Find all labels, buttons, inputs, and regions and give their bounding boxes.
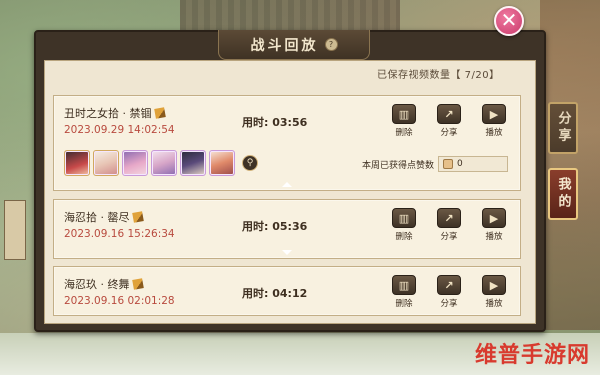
- likes-count: 0: [457, 159, 463, 169]
- replay-record[interactable]: 海忍拾 · 罄尽 2023.09.16 15:26:34 用时: 05:36 ▥…: [53, 199, 521, 259]
- panel-title: 战斗回放: [250, 37, 319, 54]
- play-icon: ▶: [482, 208, 506, 228]
- duration-value: 04:12: [272, 287, 308, 300]
- delete-label: 删除: [395, 299, 413, 309]
- likes-count-box: 0: [438, 156, 508, 172]
- delete-button[interactable]: ▥ 删除: [390, 208, 418, 242]
- duration-label: 用时:: [242, 116, 269, 129]
- record-title-row: 海忍拾 · 罄尽: [64, 209, 144, 225]
- shikigami-portrait[interactable]: [180, 150, 206, 176]
- replay-record[interactable]: 丑时之女拾 · 禁锢 2023.09.29 14:02:54 用时: 03:56…: [53, 95, 521, 191]
- share-button[interactable]: ↗ 分享: [435, 104, 463, 138]
- delete-label: 删除: [395, 128, 413, 138]
- record-date: 2023.09.16 02:01:28: [64, 295, 175, 307]
- share-icon: ↗: [437, 275, 461, 295]
- delete-button[interactable]: ▥ 删除: [390, 275, 418, 309]
- play-button[interactable]: ▶ 播放: [480, 275, 508, 309]
- play-button[interactable]: ▶ 播放: [480, 208, 508, 242]
- record-title: 海忍玖 · 终舞: [64, 278, 130, 291]
- record-title: 丑时之女拾 · 禁锢: [64, 107, 152, 120]
- record-duration: 用时: 05:36: [242, 218, 307, 234]
- delete-icon: ▥: [392, 208, 416, 228]
- delete-label: 删除: [395, 232, 413, 242]
- magnify-icon[interactable]: ⚲: [242, 155, 258, 171]
- likes-label: 本周已获得点赞数: [362, 160, 435, 171]
- background-signboard: [4, 200, 26, 260]
- expand-chevron-icon[interactable]: [282, 250, 292, 255]
- thumbs-up-icon: [443, 159, 454, 169]
- record-title-row: 丑时之女拾 · 禁锢: [64, 105, 166, 121]
- delete-icon: ▥: [392, 104, 416, 124]
- tab-share[interactable]: 分享: [548, 102, 578, 154]
- record-title: 海忍拾 · 罄尽: [64, 211, 130, 224]
- record-actions: ▥ 删除 ↗ 分享 ▶ 播放: [390, 275, 508, 309]
- record-duration: 用时: 04:12: [242, 285, 307, 301]
- duration-label: 用时:: [242, 287, 269, 300]
- share-label: 分享: [440, 232, 458, 242]
- record-duration: 用时: 03:56: [242, 114, 307, 130]
- team-lineup: ⚲: [64, 150, 258, 176]
- share-label: 分享: [440, 128, 458, 138]
- play-label: 播放: [485, 299, 503, 309]
- share-button[interactable]: ↗ 分享: [435, 275, 463, 309]
- edit-pencil-icon[interactable]: [153, 107, 166, 119]
- play-button[interactable]: ▶ 播放: [480, 104, 508, 138]
- background-tower: [540, 0, 600, 330]
- play-icon: ▶: [482, 104, 506, 124]
- shikigami-portrait[interactable]: [209, 150, 235, 176]
- shikigami-portrait[interactable]: [122, 150, 148, 176]
- record-actions: ▥ 删除 ↗ 分享 ▶ 播放: [390, 104, 508, 138]
- close-button[interactable]: ✕: [494, 6, 524, 36]
- record-date: 2023.09.16 15:26:34: [64, 228, 175, 240]
- help-icon[interactable]: ?: [324, 38, 338, 51]
- background-roof: [180, 0, 400, 30]
- replay-record[interactable]: 海忍玖 · 终舞 2023.09.16 02:01:28 用时: 04:12 ▥…: [53, 266, 521, 316]
- share-label: 分享: [440, 299, 458, 309]
- shikigami-portrait[interactable]: [64, 150, 90, 176]
- record-date: 2023.09.29 14:02:54: [64, 124, 175, 136]
- title-plaque: 战斗回放 ?: [218, 30, 370, 60]
- duration-value: 05:36: [272, 220, 308, 233]
- play-icon: ▶: [482, 275, 506, 295]
- shikigami-portrait[interactable]: [151, 150, 177, 176]
- shikigami-portrait[interactable]: [93, 150, 119, 176]
- delete-button[interactable]: ▥ 删除: [390, 104, 418, 138]
- share-icon: ↗: [437, 104, 461, 124]
- edit-pencil-icon[interactable]: [131, 278, 144, 290]
- edit-pencil-icon[interactable]: [131, 211, 144, 223]
- delete-icon: ▥: [392, 275, 416, 295]
- share-button[interactable]: ↗ 分享: [435, 208, 463, 242]
- tab-mine[interactable]: 我的: [548, 168, 578, 220]
- duration-value: 03:56: [272, 116, 308, 129]
- play-label: 播放: [485, 232, 503, 242]
- record-title-row: 海忍玖 · 终舞: [64, 276, 144, 292]
- play-label: 播放: [485, 128, 503, 138]
- duration-label: 用时:: [242, 220, 269, 233]
- watermark: 维普手游网: [474, 343, 590, 368]
- record-actions: ▥ 删除 ↗ 分享 ▶ 播放: [390, 208, 508, 242]
- weekly-likes: 本周已获得点赞数 0: [362, 156, 508, 172]
- saved-video-count: 已保存视频数量【 7/20】: [377, 70, 500, 81]
- collapse-chevron-icon[interactable]: [282, 182, 292, 187]
- share-icon: ↗: [437, 208, 461, 228]
